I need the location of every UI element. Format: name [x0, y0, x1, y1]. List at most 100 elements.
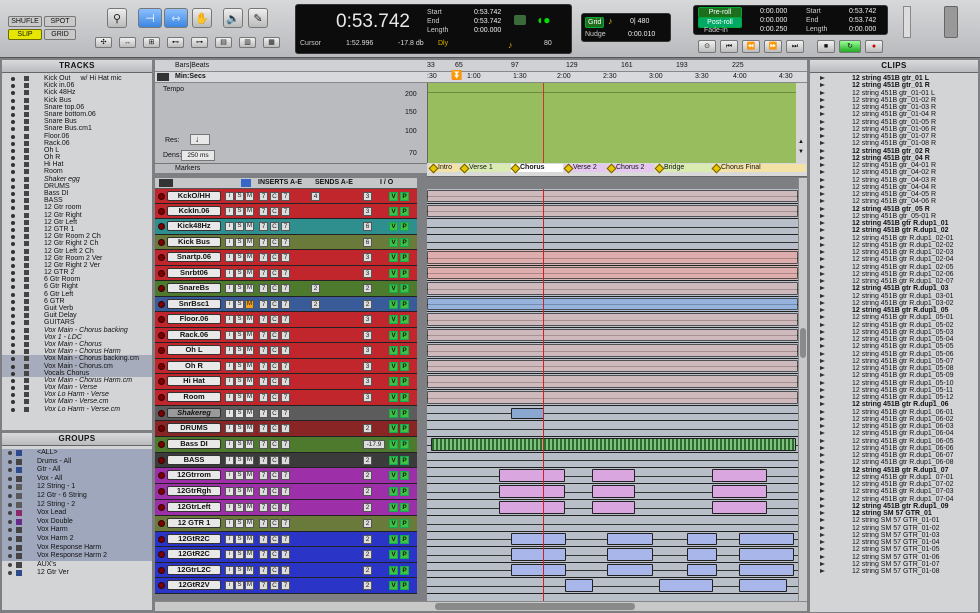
insert-slot[interactable]: C [270, 535, 279, 544]
expand-arrow-icon[interactable] [820, 199, 825, 204]
audio-clip[interactable] [592, 469, 635, 482]
group-list-item[interactable]: Vox Harm 2 [2, 534, 152, 544]
volume-button[interactable]: V [389, 222, 398, 231]
track-list-item[interactable]: Vox Lo Harm - Verse.cm [2, 406, 152, 413]
record-enable-button[interactable] [158, 472, 165, 479]
input-monitor-button[interactable]: i [225, 238, 234, 247]
audio-clip[interactable] [511, 564, 566, 576]
track-name[interactable]: SnrBsc1 [167, 299, 221, 309]
expand-arrow-icon[interactable] [820, 380, 825, 385]
insert-slot[interactable]: C [270, 207, 279, 216]
track-lane[interactable] [427, 563, 798, 578]
mute-button[interactable]: M [245, 362, 254, 371]
clip-list-item[interactable]: 12 string 451B gtr R.dup1_06-02 [810, 416, 978, 423]
audio-clip[interactable] [739, 548, 794, 561]
track-name[interactable]: Kick48Hz [167, 221, 221, 231]
grabber-tool-button[interactable]: ✋ [192, 8, 212, 28]
record-enable-button[interactable] [158, 536, 165, 543]
zoom-preset-7[interactable]: ▥ [239, 37, 256, 48]
insert-slot[interactable]: 7 [259, 284, 268, 293]
track-header[interactable]: Snartp.06 i S M 7 C 7 3 V P [155, 250, 417, 266]
pan-button[interactable]: P [400, 519, 409, 528]
input-monitor-button[interactable]: i [225, 269, 234, 278]
output-assign[interactable]: 6 [363, 222, 372, 231]
track-list-item[interactable]: Guit Delay [2, 312, 152, 319]
volume-button[interactable]: V [389, 253, 398, 262]
insert-slot[interactable]: 7 [281, 424, 290, 433]
clip-list-item[interactable]: 12 string 451B gtr R.dup1_02 [810, 227, 978, 234]
volume-button[interactable]: V [389, 238, 398, 247]
track-active-indicator[interactable] [11, 177, 15, 182]
track-active-indicator[interactable] [11, 299, 15, 304]
marker[interactable]: Chorus [511, 164, 563, 172]
expand-arrow-icon[interactable] [820, 518, 825, 523]
input-monitor-button[interactable]: i [225, 331, 234, 340]
track-active-indicator[interactable] [11, 335, 15, 340]
scrubber-tool-button[interactable]: 🔈 [223, 8, 243, 28]
volume-button[interactable]: V [389, 503, 398, 512]
volume-button[interactable]: V [389, 377, 398, 386]
clip-list-item[interactable]: 12 string 451B gtr_04-04 R [810, 184, 978, 191]
audio-clip[interactable] [511, 548, 566, 561]
expand-arrow-icon[interactable] [820, 409, 825, 414]
insert-slot[interactable]: 7 [259, 409, 268, 418]
track-active-indicator[interactable] [11, 112, 15, 117]
scroll-up-icon[interactable]: ▲ [798, 139, 804, 145]
track-name[interactable]: 12GtrL2C [167, 565, 221, 575]
shuffle-mode-button[interactable]: SHUFLE [8, 16, 42, 27]
expand-arrow-icon[interactable] [820, 163, 825, 167]
output-assign[interactable]: 2 [363, 503, 372, 512]
track-active-indicator[interactable] [11, 321, 15, 326]
insert-slot[interactable]: 7 [281, 300, 290, 309]
preroll-value[interactable]: 0:00.000 [760, 8, 787, 15]
mute-button[interactable]: M [245, 519, 254, 528]
track-lane[interactable] [427, 204, 798, 219]
send-slot[interactable]: 2 [311, 300, 320, 309]
track-list-item[interactable]: Vox Main - Chorus.cm [2, 362, 152, 370]
insert-slot[interactable]: 7 [259, 269, 268, 278]
input-monitor-button[interactable]: i [225, 440, 234, 449]
expand-arrow-icon[interactable] [820, 366, 825, 370]
expand-arrow-icon[interactable] [820, 155, 825, 160]
audio-clip[interactable] [687, 564, 717, 576]
volume-button[interactable]: V [389, 331, 398, 340]
record-enable-button[interactable] [158, 193, 165, 200]
expand-arrow-icon[interactable] [820, 105, 825, 109]
track-lane[interactable] [427, 468, 798, 484]
clip-list-item[interactable]: 12 string 451B gtr R.dup1_02-06 [810, 271, 978, 278]
clip-list-item[interactable]: 12 string 451B gtr_05 R [810, 206, 978, 213]
tempo-density-value[interactable]: 250 ms [181, 150, 215, 161]
insert-slot[interactable]: 7 [281, 222, 290, 231]
track-active-indicator[interactable] [11, 249, 15, 254]
track-name[interactable]: Kick Bus [167, 237, 221, 247]
output-assign[interactable]: 2 [363, 566, 372, 575]
track-list-item[interactable]: Vox 1 - LDC [2, 334, 152, 341]
expand-arrow-icon[interactable] [820, 83, 825, 88]
volume-button[interactable]: V [389, 192, 398, 201]
scroll-down-icon[interactable]: ▼ [798, 149, 804, 155]
mute-button[interactable]: M [245, 535, 254, 544]
record-enable-button[interactable] [158, 441, 165, 448]
solo-button[interactable]: S [235, 424, 244, 433]
insert-slot[interactable]: 7 [281, 519, 290, 528]
solo-button[interactable]: S [235, 377, 244, 386]
group-list-item[interactable]: 12 Gtr Ver [2, 569, 152, 578]
insert-slot[interactable]: 7 [281, 535, 290, 544]
output-assign[interactable]: 2 [363, 424, 372, 433]
clip-list-item[interactable]: 12 string 451B gtr R.dup1_02-03 [810, 249, 978, 256]
mute-button[interactable]: M [245, 550, 254, 559]
insert-slot[interactable]: 7 [259, 331, 268, 340]
track-active-indicator[interactable] [11, 120, 15, 125]
record-enable-button[interactable] [158, 270, 165, 277]
input-monitor-button[interactable]: i [225, 393, 234, 402]
solo-button[interactable]: S [235, 269, 244, 278]
track-header[interactable]: 12GtR2C i S M 7 C 7 2 V P [155, 547, 417, 563]
clip-list-item[interactable]: 12 string 451B gtr_01-04 R [810, 111, 978, 118]
mute-button[interactable]: M [245, 300, 254, 309]
expand-arrow-icon[interactable] [820, 206, 825, 211]
insert-slot[interactable]: 7 [259, 393, 268, 402]
output-assign[interactable]: 3 [363, 393, 372, 402]
zoom-preset-4[interactable]: ⊷ [167, 37, 184, 48]
insert-slot[interactable]: 7 [281, 503, 290, 512]
insert-slot[interactable]: 7 [281, 377, 290, 386]
